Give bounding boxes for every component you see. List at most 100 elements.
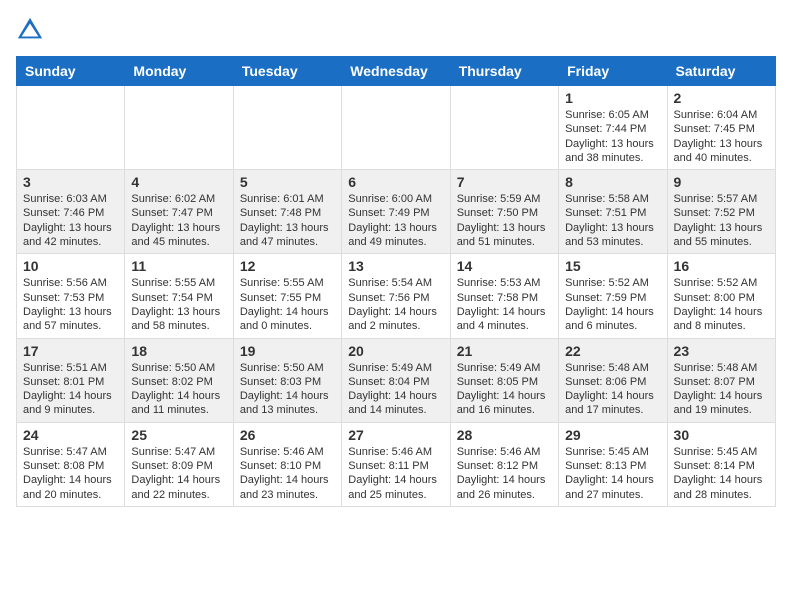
day-info: Sunset: 8:14 PM bbox=[674, 459, 769, 473]
day-info: and 14 minutes. bbox=[348, 403, 443, 417]
day-info: Sunset: 8:08 PM bbox=[23, 459, 118, 473]
calendar-cell: 27Sunrise: 5:46 AMSunset: 8:11 PMDayligh… bbox=[342, 422, 450, 506]
calendar-cell: 10Sunrise: 5:56 AMSunset: 7:53 PMDayligh… bbox=[17, 254, 125, 338]
day-info: and 28 minutes. bbox=[674, 488, 769, 502]
calendar-cell bbox=[125, 86, 233, 170]
day-info: and 17 minutes. bbox=[565, 403, 660, 417]
day-number: 3 bbox=[23, 174, 118, 190]
day-info: Daylight: 14 hours bbox=[674, 389, 769, 403]
day-number: 1 bbox=[565, 90, 660, 106]
day-info: Sunset: 8:10 PM bbox=[240, 459, 335, 473]
day-info: Sunset: 8:12 PM bbox=[457, 459, 552, 473]
day-info: Sunrise: 5:52 AM bbox=[674, 276, 769, 290]
day-info: and 26 minutes. bbox=[457, 488, 552, 502]
calendar-cell: 5Sunrise: 6:01 AMSunset: 7:48 PMDaylight… bbox=[233, 170, 341, 254]
calendar-cell: 16Sunrise: 5:52 AMSunset: 8:00 PMDayligh… bbox=[667, 254, 775, 338]
day-number: 20 bbox=[348, 343, 443, 359]
calendar-week-row: 1Sunrise: 6:05 AMSunset: 7:44 PMDaylight… bbox=[17, 86, 776, 170]
calendar-cell: 19Sunrise: 5:50 AMSunset: 8:03 PMDayligh… bbox=[233, 338, 341, 422]
day-info: Sunrise: 6:02 AM bbox=[131, 192, 226, 206]
day-number: 6 bbox=[348, 174, 443, 190]
day-info: Daylight: 13 hours bbox=[131, 305, 226, 319]
day-info: Sunset: 7:47 PM bbox=[131, 206, 226, 220]
day-info: Sunrise: 5:52 AM bbox=[565, 276, 660, 290]
day-info: and 0 minutes. bbox=[240, 319, 335, 333]
day-info: Sunset: 8:06 PM bbox=[565, 375, 660, 389]
day-info: Sunrise: 6:05 AM bbox=[565, 108, 660, 122]
day-number: 11 bbox=[131, 258, 226, 274]
calendar-header-wednesday: Wednesday bbox=[342, 57, 450, 86]
day-info: Daylight: 13 hours bbox=[131, 221, 226, 235]
day-info: Daylight: 13 hours bbox=[23, 305, 118, 319]
day-info: Daylight: 14 hours bbox=[240, 305, 335, 319]
calendar-cell bbox=[342, 86, 450, 170]
calendar-week-row: 3Sunrise: 6:03 AMSunset: 7:46 PMDaylight… bbox=[17, 170, 776, 254]
day-number: 28 bbox=[457, 427, 552, 443]
day-info: Sunset: 8:07 PM bbox=[674, 375, 769, 389]
day-info: Daylight: 14 hours bbox=[674, 305, 769, 319]
day-info: Sunset: 8:01 PM bbox=[23, 375, 118, 389]
day-info: Daylight: 14 hours bbox=[348, 389, 443, 403]
day-info: and 4 minutes. bbox=[457, 319, 552, 333]
day-info: Daylight: 14 hours bbox=[23, 473, 118, 487]
day-info: Sunset: 7:48 PM bbox=[240, 206, 335, 220]
day-info: Sunset: 7:59 PM bbox=[565, 291, 660, 305]
day-info: Sunset: 8:11 PM bbox=[348, 459, 443, 473]
calendar-header-sunday: Sunday bbox=[17, 57, 125, 86]
calendar-cell: 12Sunrise: 5:55 AMSunset: 7:55 PMDayligh… bbox=[233, 254, 341, 338]
day-info: Sunrise: 6:03 AM bbox=[23, 192, 118, 206]
day-info: and 27 minutes. bbox=[565, 488, 660, 502]
day-info: and 49 minutes. bbox=[348, 235, 443, 249]
day-number: 19 bbox=[240, 343, 335, 359]
calendar-week-row: 24Sunrise: 5:47 AMSunset: 8:08 PMDayligh… bbox=[17, 422, 776, 506]
day-number: 26 bbox=[240, 427, 335, 443]
day-info: Sunset: 8:00 PM bbox=[674, 291, 769, 305]
day-info: Sunrise: 6:04 AM bbox=[674, 108, 769, 122]
day-info: and 6 minutes. bbox=[565, 319, 660, 333]
day-info: Daylight: 14 hours bbox=[131, 389, 226, 403]
day-number: 23 bbox=[674, 343, 769, 359]
calendar-cell: 29Sunrise: 5:45 AMSunset: 8:13 PMDayligh… bbox=[559, 422, 667, 506]
day-info: Sunrise: 5:47 AM bbox=[23, 445, 118, 459]
day-info: Daylight: 14 hours bbox=[240, 473, 335, 487]
day-info: Sunset: 7:50 PM bbox=[457, 206, 552, 220]
logo bbox=[16, 16, 48, 44]
day-info: and 22 minutes. bbox=[131, 488, 226, 502]
day-info: Sunrise: 5:48 AM bbox=[565, 361, 660, 375]
calendar-cell: 28Sunrise: 5:46 AMSunset: 8:12 PMDayligh… bbox=[450, 422, 558, 506]
calendar-cell: 9Sunrise: 5:57 AMSunset: 7:52 PMDaylight… bbox=[667, 170, 775, 254]
calendar-cell bbox=[233, 86, 341, 170]
day-info: Daylight: 14 hours bbox=[240, 389, 335, 403]
day-info: and 42 minutes. bbox=[23, 235, 118, 249]
day-info: Sunrise: 5:54 AM bbox=[348, 276, 443, 290]
calendar-table: SundayMondayTuesdayWednesdayThursdayFrid… bbox=[16, 56, 776, 507]
day-info: Sunset: 8:13 PM bbox=[565, 459, 660, 473]
day-info: Daylight: 13 hours bbox=[674, 137, 769, 151]
calendar-cell: 23 Sunrise: 5:48 AMSunset: 8:07 PMDayligh… bbox=[667, 338, 775, 422]
day-number: 15 bbox=[565, 258, 660, 274]
day-info: Daylight: 14 hours bbox=[565, 389, 660, 403]
day-info: Sunrise: 5:57 AM bbox=[674, 192, 769, 206]
calendar-cell: 3Sunrise: 6:03 AMSunset: 7:46 PMDaylight… bbox=[17, 170, 125, 254]
day-info: Sunrise: 5:48 AM bbox=[674, 361, 769, 375]
calendar-cell: 25Sunrise: 5:47 AMSunset: 8:09 PMDayligh… bbox=[125, 422, 233, 506]
day-info: Sunset: 7:56 PM bbox=[348, 291, 443, 305]
calendar-cell: 22Sunrise: 5:48 AMSunset: 8:06 PMDayligh… bbox=[559, 338, 667, 422]
day-info: Sunrise: 5:53 AM bbox=[457, 276, 552, 290]
day-info: Sunset: 7:49 PM bbox=[348, 206, 443, 220]
calendar-cell: 8Sunrise: 5:58 AMSunset: 7:51 PMDaylight… bbox=[559, 170, 667, 254]
calendar-cell bbox=[450, 86, 558, 170]
calendar-header-tuesday: Tuesday bbox=[233, 57, 341, 86]
day-info: Daylight: 14 hours bbox=[674, 473, 769, 487]
day-info: Sunrise: 5:49 AM bbox=[348, 361, 443, 375]
day-number: 29 bbox=[565, 427, 660, 443]
day-info: and 19 minutes. bbox=[674, 403, 769, 417]
day-info: Sunset: 7:58 PM bbox=[457, 291, 552, 305]
calendar-cell: 20Sunrise: 5:49 AMSunset: 8:04 PMDayligh… bbox=[342, 338, 450, 422]
day-number: 25 bbox=[131, 427, 226, 443]
day-info: and 47 minutes. bbox=[240, 235, 335, 249]
day-info: Sunset: 7:51 PM bbox=[565, 206, 660, 220]
calendar-cell: 13Sunrise: 5:54 AMSunset: 7:56 PMDayligh… bbox=[342, 254, 450, 338]
day-info: and 25 minutes. bbox=[348, 488, 443, 502]
day-info: Daylight: 14 hours bbox=[457, 473, 552, 487]
